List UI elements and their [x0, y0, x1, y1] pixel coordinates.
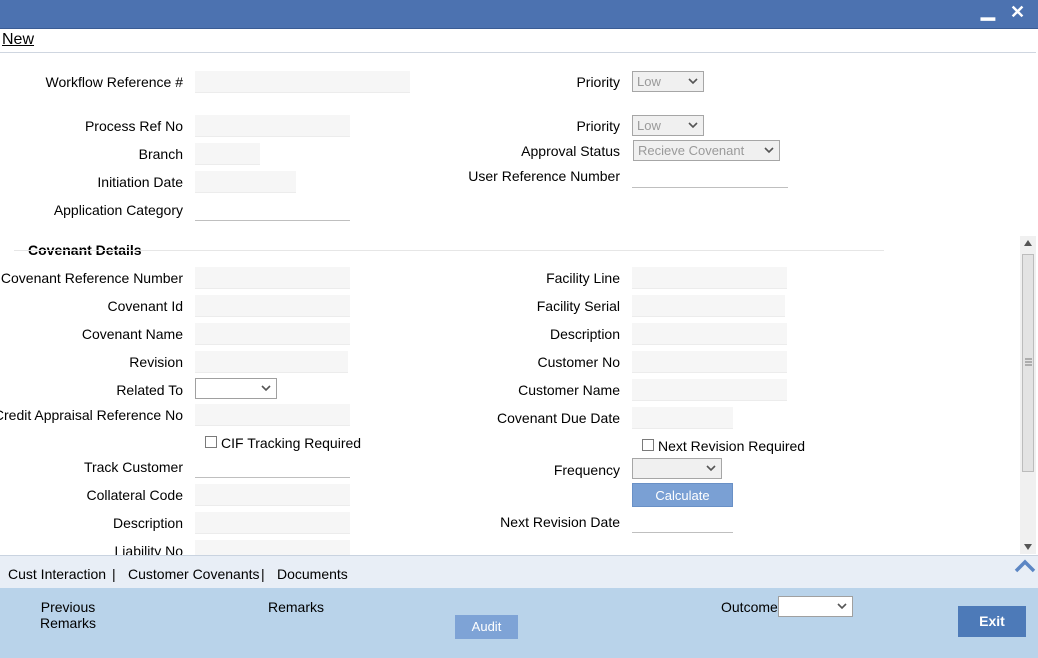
- description-right-input[interactable]: [632, 323, 787, 345]
- facility-serial-input[interactable]: [632, 295, 785, 317]
- facility-serial-label: Facility Serial: [536, 298, 620, 314]
- chevron-down-icon: [764, 147, 774, 154]
- approval-status-value: Recieve Covenant: [638, 143, 745, 158]
- covenant-ref-number-input[interactable]: [195, 267, 350, 289]
- tab-documents[interactable]: Documents: [277, 566, 348, 582]
- next-revision-required-checkbox[interactable]: [642, 439, 654, 451]
- priority-label-1: Priority: [576, 74, 620, 90]
- liability-no-label: Liability No: [114, 543, 183, 555]
- initiation-date-input[interactable]: [195, 171, 296, 193]
- audit-button[interactable]: Audit: [455, 615, 518, 639]
- related-to-label: Related To: [116, 382, 183, 398]
- covenant-ref-number-label: Covenant Reference Number: [0, 270, 183, 286]
- section-divider: [14, 250, 884, 251]
- vertical-scrollbar[interactable]: [1020, 236, 1036, 554]
- chevron-down-icon: [837, 603, 847, 610]
- credit-appraisal-ref-label: Credit Appraisal Reference No: [0, 407, 183, 423]
- application-category-label: Application Category: [53, 202, 183, 218]
- tab-separator: |: [261, 566, 265, 582]
- initiation-date-label: Initiation Date: [97, 174, 183, 190]
- menu-bar: New: [0, 29, 1036, 53]
- frequency-label: Frequency: [553, 462, 620, 478]
- window-title-bar: ▁ ✕: [0, 0, 1038, 29]
- priority-label-2: Priority: [576, 118, 620, 134]
- next-revision-date-input[interactable]: [632, 511, 733, 533]
- covenant-id-label: Covenant Id: [107, 298, 184, 314]
- workflow-ref-input[interactable]: [195, 71, 410, 93]
- cif-tracking-checkbox[interactable]: [205, 436, 217, 448]
- branch-label: Branch: [138, 146, 183, 162]
- collapse-up-icon[interactable]: [1014, 559, 1036, 573]
- facility-line-label: Facility Line: [546, 270, 620, 286]
- tab-customer-covenants[interactable]: Customer Covenants: [128, 566, 260, 582]
- calculate-button[interactable]: Calculate: [632, 483, 733, 507]
- covenant-name-label: Covenant Name: [81, 326, 183, 342]
- chevron-down-icon: [706, 465, 716, 472]
- process-ref-label: Process Ref No: [84, 118, 183, 134]
- scrollbar-thumb[interactable]: [1022, 254, 1034, 472]
- covenant-due-date-label: Covenant Due Date: [497, 410, 620, 426]
- customer-no-label: Customer No: [537, 354, 620, 370]
- customer-name-label: Customer Name: [518, 382, 620, 398]
- previous-remarks-link[interactable]: Previous Remarks: [30, 599, 106, 631]
- track-customer-input[interactable]: [195, 456, 350, 478]
- remarks-link[interactable]: Remarks: [268, 599, 324, 615]
- exit-button[interactable]: Exit: [958, 606, 1026, 637]
- collateral-code-label: Collateral Code: [86, 487, 184, 503]
- description-left-label: Description: [112, 515, 183, 531]
- tab-bar: Cust Interaction | Customer Covenants | …: [0, 555, 1038, 589]
- form-content: Workflow Reference # Priority Low Proces…: [0, 53, 1020, 555]
- approval-status-label: Approval Status: [521, 143, 620, 159]
- covenant-name-input[interactable]: [195, 323, 350, 345]
- next-revision-date-label: Next Revision Date: [500, 514, 620, 530]
- revision-input[interactable]: [195, 351, 348, 373]
- process-ref-input[interactable]: [195, 115, 350, 137]
- collateral-code-input[interactable]: [195, 484, 350, 506]
- minimize-icon[interactable]: ▁: [981, 0, 995, 20]
- close-icon[interactable]: ✕: [1010, 2, 1025, 22]
- customer-name-input[interactable]: [632, 379, 787, 401]
- credit-appraisal-ref-input[interactable]: [195, 404, 350, 426]
- tab-separator: |: [112, 566, 116, 582]
- grip-icon: [1025, 358, 1032, 366]
- description-left-input[interactable]: [195, 512, 350, 534]
- previous-remarks-line2: Remarks: [39, 615, 96, 631]
- priority-value-1: Low: [637, 74, 661, 89]
- workflow-ref-label: Workflow Reference #: [45, 74, 183, 90]
- customer-no-input[interactable]: [632, 351, 787, 373]
- scroll-up-icon[interactable]: [1023, 239, 1033, 247]
- covenant-due-date-input[interactable]: [632, 407, 733, 429]
- user-ref-input[interactable]: [632, 166, 788, 188]
- frequency-select[interactable]: [632, 458, 722, 479]
- priority-value-2: Low: [637, 118, 661, 133]
- cif-tracking-label: CIF Tracking Required: [221, 435, 362, 451]
- outcome-label: Outcome: [721, 599, 778, 615]
- branch-input[interactable]: [195, 143, 260, 165]
- chevron-down-icon: [688, 78, 698, 85]
- priority-select-1[interactable]: Low: [632, 71, 704, 92]
- priority-select-2[interactable]: Low: [632, 115, 704, 136]
- new-menu-item[interactable]: New: [2, 31, 34, 49]
- tab-cust-interaction[interactable]: Cust Interaction: [8, 566, 106, 582]
- track-customer-label: Track Customer: [83, 459, 183, 475]
- revision-label: Revision: [129, 354, 183, 370]
- approval-status-select[interactable]: Recieve Covenant: [633, 140, 780, 161]
- description-right-label: Description: [549, 326, 620, 342]
- related-to-select[interactable]: [195, 378, 277, 399]
- user-ref-label: User Reference Number: [468, 168, 620, 184]
- chevron-down-icon: [688, 122, 698, 129]
- covenant-id-input[interactable]: [195, 295, 350, 317]
- application-category-input[interactable]: [195, 199, 350, 221]
- scroll-down-icon[interactable]: [1023, 543, 1033, 551]
- next-revision-required-label: Next Revision Required: [658, 438, 806, 454]
- facility-line-input[interactable]: [632, 267, 787, 289]
- previous-remarks-line1: Previous: [40, 599, 96, 615]
- footer-panel: Previous Remarks Remarks Audit Outcome E…: [0, 588, 1038, 658]
- outcome-select[interactable]: [778, 596, 853, 617]
- chevron-down-icon: [261, 385, 271, 392]
- liability-no-input[interactable]: [195, 540, 350, 555]
